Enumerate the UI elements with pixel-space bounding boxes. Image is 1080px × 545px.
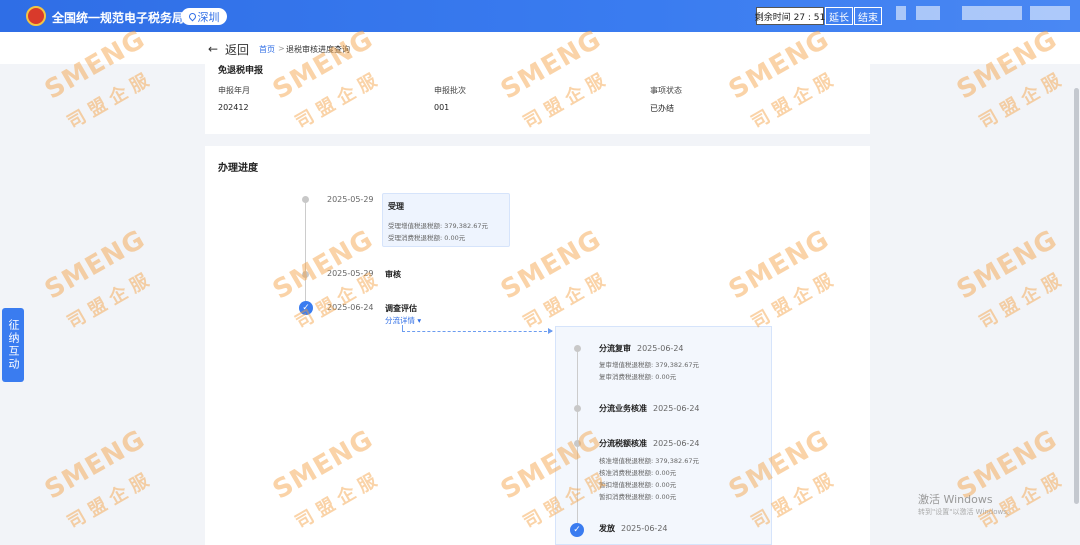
sub-step-name: 分流业务核准 — [599, 404, 647, 413]
declaration-info-card — [205, 62, 870, 134]
breadcrumb-separator: > — [278, 44, 285, 53]
watermark-brand-text: 司盟企服 — [63, 467, 158, 534]
step-date: 2025-06-24 — [327, 303, 374, 312]
sub-step-date: 2025-06-24 — [653, 404, 700, 413]
user-icon[interactable] — [896, 6, 906, 20]
sub-step-detail: 核准消费税退税额: 0.00元 — [599, 469, 677, 477]
timeline-dot — [574, 440, 581, 447]
check-circle-icon: ✓ — [299, 301, 313, 315]
timeline-dot — [302, 271, 309, 278]
user-name-blurred — [962, 6, 1022, 20]
sub-step-date: 2025-06-24 — [653, 439, 700, 448]
step-name: 受理 — [388, 202, 404, 211]
windows-activation-hint: 转到"设置"以激活 Windows。 — [918, 508, 1014, 516]
split-detail-link[interactable]: 分流详情 ▾ — [385, 315, 421, 326]
step-date: 2025-05-29 — [327, 195, 374, 204]
step-detail: 受理增值税退税额: 379,382.67元 — [388, 222, 488, 230]
location-pin-icon — [187, 11, 197, 22]
connector-line — [402, 331, 552, 332]
user-info-blurred — [916, 6, 940, 20]
sub-step-detail: 核准增值税退税额: 379,382.67元 — [599, 457, 699, 465]
breadcrumb-current: 退税审核进度查询 — [286, 45, 350, 54]
watermark-brand-text: 司盟企服 — [975, 267, 1070, 334]
sub-step-name: 分流复审 — [599, 344, 631, 353]
watermark-brand-text: 司盟企服 — [975, 67, 1070, 134]
sub-step-detail: 复审消费税退税额: 0.00元 — [599, 373, 677, 381]
watermark-logo-text: SMENG — [39, 424, 151, 506]
connector-arrow-icon — [548, 328, 553, 334]
sub-step: 分流税额核准 2025-06-24 — [599, 438, 700, 449]
status-value: 已办结 — [650, 104, 674, 113]
step-date: 2025-05-29 — [327, 269, 374, 278]
timeline-line — [305, 199, 306, 305]
sub-step-detail: 暂扣增值税退税额: 0.00元 — [599, 481, 677, 489]
progress-title: 办理进度 — [218, 163, 258, 174]
site-title: 全国统一规范电子税务局 — [52, 11, 185, 25]
session-timer: 剩余时间 27 : 51 — [755, 7, 825, 25]
watermark-logo-text: SMENG — [39, 224, 151, 306]
step-name: 调查评估 — [385, 304, 417, 313]
sub-step-name: 分流税额核准 — [599, 439, 647, 448]
sub-timeline-line — [577, 349, 578, 529]
breadcrumb-bar — [0, 32, 1080, 64]
sub-step-date: 2025-06-24 — [637, 344, 684, 353]
sub-step: 分流复审 2025-06-24 — [599, 343, 684, 354]
city-selector[interactable]: 深圳 — [181, 8, 227, 25]
step-detail: 受理消费税退税额: 0.00元 — [388, 234, 466, 242]
step-name: 审核 — [385, 270, 401, 279]
period-value: 202412 — [218, 103, 249, 112]
back-button[interactable]: 返回 — [225, 41, 249, 58]
batch-value: 001 — [434, 103, 450, 112]
user-org-blurred — [1030, 6, 1070, 20]
interaction-side-tab[interactable]: 征纳互动 — [2, 308, 24, 382]
sub-step: 发放 2025-06-24 — [599, 523, 668, 534]
extend-session-button[interactable]: 延长 — [825, 7, 853, 25]
windows-activation-title: 激活 Windows — [918, 493, 993, 506]
tax-bureau-logo — [26, 6, 46, 26]
period-label: 申报年月 — [218, 86, 250, 95]
watermark-brand-text: 司盟企服 — [63, 67, 158, 134]
status-label: 事项状态 — [650, 86, 682, 95]
city-label: 深圳 — [197, 10, 220, 24]
sub-step-date: 2025-06-24 — [621, 524, 668, 533]
sub-step-detail: 复审增值税退税额: 379,382.67元 — [599, 361, 699, 369]
breadcrumb-home[interactable]: 首页 — [259, 44, 275, 55]
sub-step-detail: 暂扣消费税退税额: 0.00元 — [599, 493, 677, 501]
check-circle-icon: ✓ — [570, 523, 584, 537]
sub-step: 分流业务核准 2025-06-24 — [599, 403, 700, 414]
timeline-dot — [574, 405, 581, 412]
timeline-dot — [574, 345, 581, 352]
timeline-dot — [302, 196, 309, 203]
page-scrollbar[interactable] — [1074, 88, 1079, 504]
caret-down-icon: ▾ — [417, 316, 422, 325]
sub-step-name: 发放 — [599, 524, 615, 533]
back-arrow-icon[interactable]: ← — [208, 42, 218, 56]
watermark-logo-text: SMENG — [951, 224, 1063, 306]
watermark-brand-text: 司盟企服 — [63, 267, 158, 334]
split-detail-label: 分流详情 — [385, 316, 415, 325]
info-card-title: 免退税申报 — [218, 66, 264, 76]
end-session-button[interactable]: 结束 — [854, 7, 882, 25]
batch-label: 申报批次 — [434, 86, 466, 95]
